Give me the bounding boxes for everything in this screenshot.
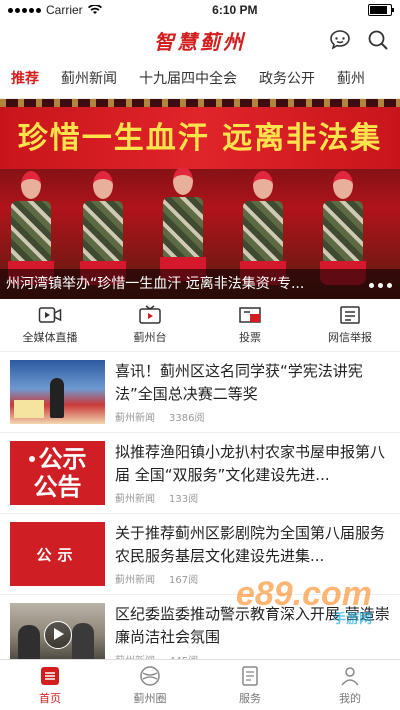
nav-label: 服务: [239, 691, 261, 705]
site-watermark: e89.com 手游网: [235, 575, 372, 626]
dancer-figure: [80, 171, 126, 285]
video-camera-icon: [38, 307, 62, 323]
report-icon: [340, 306, 360, 324]
news-item[interactable]: 喜讯！蓟州区这名同学获“学宪法讲宪法”全国总决赛二等奖 蓟州新闻 3386阅: [0, 352, 400, 433]
tab-government[interactable]: 政务公开: [248, 60, 326, 98]
nav-label: 蓟州圈: [133, 691, 167, 705]
nav-circle[interactable]: 蓟州圈: [100, 660, 200, 710]
quick-link-label: 投票: [239, 331, 261, 344]
quick-link-label: 蓟州台: [133, 331, 167, 344]
quick-link-report[interactable]: 网信举报: [300, 299, 400, 351]
tab-jizhou[interactable]: 蓟州: [326, 60, 376, 98]
status-bar: Carrier 6:10 PM: [0, 0, 400, 20]
news-thumbnail: 公示 公告: [10, 441, 105, 505]
nav-service[interactable]: 服务: [200, 660, 300, 710]
news-reads: 3386阅: [169, 413, 205, 424]
dancer-figure: [8, 171, 54, 285]
battery-icon: [368, 4, 394, 16]
news-source: 蓟州新闻: [115, 413, 155, 424]
news-title: 关于推荐蓟州区影剧院为全国第八届服务农民服务基层文化建设先进集...: [115, 524, 386, 565]
app-logo: 智慧蓟州: [154, 29, 246, 54]
quick-link-live[interactable]: 全媒体直播: [0, 299, 100, 351]
nav-label: 首页: [39, 691, 61, 705]
news-list: 喜讯！蓟州区这名同学获“学宪法讲宪法”全国总决赛二等奖 蓟州新闻 3386阅 公示…: [0, 352, 400, 675]
time-label: 6:10 PM: [212, 3, 258, 17]
app-header: 智慧蓟州: [0, 20, 400, 60]
news-source: 蓟州新闻: [115, 494, 155, 505]
quick-link-vote[interactable]: 投票: [200, 299, 300, 351]
category-tabs: 推荐 蓟州新闻 十九届四中全会 政务公开 蓟州: [0, 60, 400, 99]
tv-icon: [139, 305, 161, 324]
service-icon: [242, 665, 258, 686]
chat-icon[interactable]: [328, 28, 352, 52]
nav-profile[interactable]: 我的: [300, 660, 400, 710]
nav-home[interactable]: 首页: [0, 660, 100, 710]
circle-icon: [140, 665, 160, 686]
carrier-label: Carrier: [46, 3, 83, 17]
banner-pager: [369, 283, 392, 288]
dancer-figure: [160, 167, 206, 281]
news-thumbnail: [10, 603, 105, 667]
banner-sign-text: 珍惜一生血汗 远离非法集: [17, 121, 383, 156]
quick-link-tv[interactable]: 蓟州台: [100, 299, 200, 351]
news-reads: 133阅: [169, 494, 199, 505]
news-item[interactable]: 公示 公告 拟推荐渔阳镇小龙扒村农家书屋申报第八届 全国“双服务”文化建设先进.…: [0, 433, 400, 514]
quick-link-label: 网信举报: [328, 331, 372, 344]
tab-jizhou-news[interactable]: 蓟州新闻: [50, 60, 128, 98]
banner-caption[interactable]: 州河湾镇举办“珍惜一生血汗 远离非法集资”专...: [0, 269, 400, 299]
quick-links: 全媒体直播 蓟州台 投票 网信举报: [0, 299, 400, 352]
profile-icon: [341, 666, 359, 685]
news-reads: 167阅: [169, 575, 199, 586]
search-icon[interactable]: [366, 28, 390, 52]
news-title: 拟推荐渔阳镇小龙扒村农家书屋申报第八届 全国“双服务”文化建设先进...: [115, 443, 386, 484]
signal-icon: [8, 7, 41, 13]
news-thumbnail: 公示: [10, 522, 105, 586]
news-title: 喜讯！蓟州区这名同学获“学宪法讲宪法”全国总决赛二等奖: [115, 362, 363, 403]
tab-recommend[interactable]: 推荐: [0, 60, 50, 98]
banner-carousel[interactable]: 珍惜一生血汗 远离非法集 州河湾镇举办“珍惜一生血汗 远离非法集资”专...: [0, 99, 400, 299]
tab-plenary[interactable]: 十九届四中全会: [128, 60, 248, 98]
news-thumbnail: [10, 360, 105, 424]
nav-label: 我的: [339, 691, 361, 705]
dancer-figure: [240, 171, 286, 285]
news-source: 蓟州新闻: [115, 575, 155, 586]
quick-link-label: 全媒体直播: [22, 331, 78, 344]
vote-icon: [239, 307, 261, 323]
dancer-figure: [320, 171, 366, 285]
wifi-icon: [87, 5, 102, 14]
bottom-nav: 首页 蓟州圈 服务 我的: [0, 659, 400, 710]
home-icon: [41, 666, 59, 685]
